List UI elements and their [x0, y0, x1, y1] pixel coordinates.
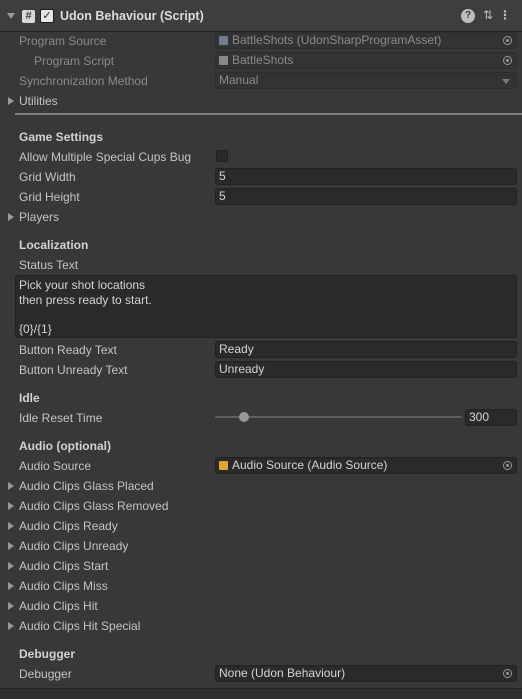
audio-clip-foldout[interactable]: Audio Clips Glass Removed — [19, 498, 168, 514]
status-text-area[interactable]: Pick your shot locations then press read… — [15, 275, 517, 338]
audio-clip-foldout[interactable]: Audio Clips Hit Special — [19, 618, 140, 634]
allow-bug-label: Allow Multiple Special Cups Bug — [19, 150, 192, 164]
audio-clip-fold-arrow-icon[interactable] — [8, 562, 14, 570]
audio-clip-fold-arrow-icon[interactable] — [8, 542, 14, 550]
debugger-field[interactable]: None (Udon Behaviour) — [215, 665, 517, 682]
component-title: Udon Behaviour (Script) — [60, 9, 204, 23]
inspector-bottom-bar — [0, 688, 522, 699]
audio-clip-fold-arrow-icon[interactable] — [8, 482, 14, 490]
object-picker-icon[interactable] — [503, 669, 512, 678]
utilities-foldout[interactable]: Utilities — [19, 93, 58, 109]
audio-clip-fold-arrow-icon[interactable] — [8, 622, 14, 630]
button-ready-input[interactable]: Ready — [215, 341, 517, 358]
speaker-icon — [219, 461, 228, 470]
audio-clip-foldout[interactable]: Audio Clips Miss — [19, 578, 108, 594]
allow-bug-checkbox[interactable] — [216, 150, 228, 162]
audio-clip-fold-arrow-icon[interactable] — [8, 582, 14, 590]
collapse-arrow-icon[interactable] — [7, 13, 15, 19]
audio-clip-foldout[interactable]: Audio Clips Unready — [19, 538, 128, 554]
grid-width-input[interactable]: 5 — [215, 168, 517, 185]
grid-width-label: Grid Width — [19, 170, 76, 184]
program-source-field[interactable]: BattleShots (UdonSharpProgramAsset) — [215, 32, 517, 49]
button-unready-input[interactable]: Unready — [215, 361, 517, 378]
chevron-down-icon — [502, 79, 510, 84]
component-header: # ✓ Udon Behaviour (Script) ? ⇅ ⋮ — [0, 0, 522, 32]
debugger-header: Debugger — [19, 647, 76, 661]
audio-clip-fold-arrow-icon[interactable] — [8, 502, 14, 510]
button-ready-label: Button Ready Text — [19, 343, 117, 357]
utilities-fold-arrow-icon[interactable] — [8, 97, 14, 105]
audio-clip-foldout[interactable]: Audio Clips Ready — [19, 518, 118, 534]
asset-icon — [219, 36, 228, 45]
grid-height-input[interactable]: 5 — [215, 188, 517, 205]
audio-clip-fold-arrow-icon[interactable] — [8, 602, 14, 610]
enabled-checkbox[interactable]: ✓ — [40, 9, 54, 23]
debugger-label: Debugger — [19, 667, 72, 681]
localization-header: Localization — [19, 238, 89, 252]
audio-source-label: Audio Source — [19, 459, 92, 473]
idle-reset-time-input[interactable]: 300 — [465, 409, 517, 426]
players-fold-arrow-icon[interactable] — [8, 213, 14, 221]
audio-clip-foldout[interactable]: Audio Clips Glass Placed — [19, 478, 154, 494]
program-source-label: Program Source — [19, 34, 107, 48]
context-menu-icon[interactable]: ⋮ — [499, 8, 511, 22]
idle-reset-time-label: Idle Reset Time — [19, 411, 103, 425]
program-script-label: Program Script — [34, 54, 115, 68]
object-picker-icon[interactable] — [503, 36, 512, 45]
audio-header: Audio (optional) — [19, 439, 111, 453]
program-script-field[interactable]: BattleShots — [215, 52, 517, 69]
separator — [15, 113, 522, 115]
audio-clip-foldout[interactable]: Audio Clips Hit — [19, 598, 98, 614]
audio-clip-foldout[interactable]: Audio Clips Start — [19, 558, 108, 574]
idle-header: Idle — [19, 391, 40, 405]
object-picker-icon[interactable] — [503, 461, 512, 470]
audio-clip-fold-arrow-icon[interactable] — [8, 522, 14, 530]
idle-reset-slider-track[interactable] — [215, 416, 462, 418]
script-icon: # — [22, 10, 35, 23]
audio-source-field[interactable]: Audio Source (Audio Source) — [215, 457, 517, 474]
help-icon[interactable]: ? — [461, 9, 475, 23]
preset-settings-icon[interactable]: ⇅ — [481, 8, 495, 22]
game-settings-header: Game Settings — [19, 130, 104, 144]
object-picker-icon[interactable] — [503, 56, 512, 65]
status-text-label: Status Text — [19, 258, 79, 272]
players-foldout[interactable]: Players — [19, 209, 59, 225]
idle-reset-slider-thumb[interactable] — [238, 412, 249, 422]
grid-height-label: Grid Height — [19, 190, 80, 204]
sync-method-dropdown[interactable]: Manual — [215, 72, 517, 89]
sync-method-label: Synchronization Method — [19, 74, 148, 88]
button-unready-label: Button Unready Text — [19, 363, 128, 377]
script-file-icon — [219, 56, 228, 65]
